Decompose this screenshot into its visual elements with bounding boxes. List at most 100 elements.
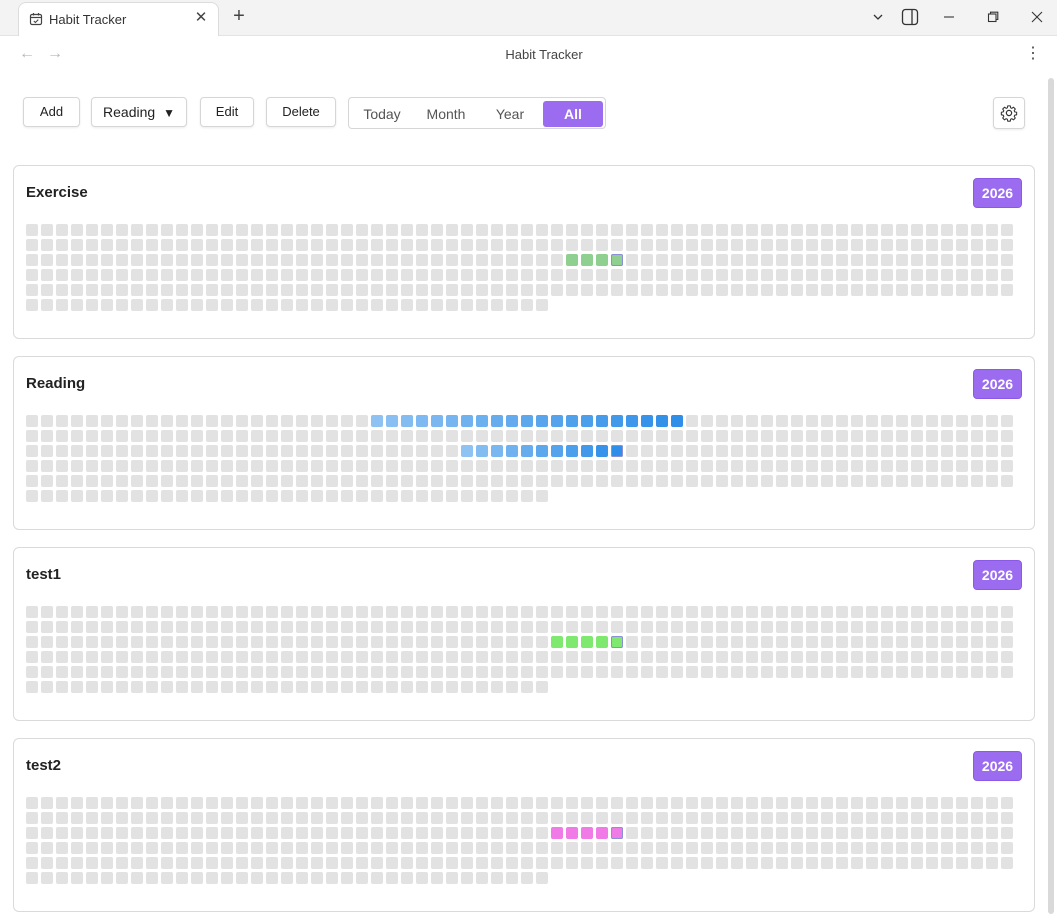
day-cell[interactable] xyxy=(521,224,533,236)
day-cell[interactable] xyxy=(311,812,323,824)
day-cell[interactable] xyxy=(236,475,248,487)
day-cell[interactable] xyxy=(716,797,728,809)
day-cell[interactable] xyxy=(311,872,323,884)
day-cell[interactable] xyxy=(641,415,653,427)
day-cell[interactable] xyxy=(371,857,383,869)
day-cell[interactable] xyxy=(686,269,698,281)
day-cell[interactable] xyxy=(596,224,608,236)
day-cell[interactable] xyxy=(566,430,578,442)
day-cell[interactable] xyxy=(221,460,233,472)
day-cell[interactable] xyxy=(611,430,623,442)
day-cell[interactable] xyxy=(851,606,863,618)
day-cell[interactable] xyxy=(356,269,368,281)
day-cell[interactable] xyxy=(56,872,68,884)
day-cell[interactable] xyxy=(971,651,983,663)
day-cell[interactable] xyxy=(776,621,788,633)
day-cell[interactable] xyxy=(641,254,653,266)
day-cell[interactable] xyxy=(26,299,38,311)
day-cell[interactable] xyxy=(971,666,983,678)
day-cell[interactable] xyxy=(881,812,893,824)
day-cell[interactable] xyxy=(986,827,998,839)
day-cell[interactable] xyxy=(461,254,473,266)
day-cell[interactable] xyxy=(656,269,668,281)
day-cell[interactable] xyxy=(581,284,593,296)
day-cell[interactable] xyxy=(911,430,923,442)
day-cell[interactable] xyxy=(836,797,848,809)
day-cell[interactable] xyxy=(716,812,728,824)
day-cell[interactable] xyxy=(821,269,833,281)
day-cell[interactable] xyxy=(251,460,263,472)
day-cell[interactable] xyxy=(131,636,143,648)
day-cell[interactable] xyxy=(746,475,758,487)
day-cell[interactable] xyxy=(356,842,368,854)
day-cell[interactable] xyxy=(386,490,398,502)
day-cell[interactable] xyxy=(506,415,518,427)
day-cell[interactable] xyxy=(896,254,908,266)
day-cell[interactable] xyxy=(446,224,458,236)
day-cell[interactable] xyxy=(821,430,833,442)
day-cell[interactable] xyxy=(161,490,173,502)
day-cell[interactable] xyxy=(851,827,863,839)
day-cell[interactable] xyxy=(266,239,278,251)
day-cell[interactable] xyxy=(626,857,638,869)
day-cell[interactable] xyxy=(251,797,263,809)
day-cell[interactable] xyxy=(416,797,428,809)
day-cell[interactable] xyxy=(461,842,473,854)
day-cell[interactable] xyxy=(851,666,863,678)
day-cell[interactable] xyxy=(956,621,968,633)
day-cell[interactable] xyxy=(281,827,293,839)
day-cell[interactable] xyxy=(41,636,53,648)
day-cell[interactable] xyxy=(386,857,398,869)
day-cell[interactable] xyxy=(206,827,218,839)
day-cell[interactable] xyxy=(476,254,488,266)
day-cell[interactable] xyxy=(491,812,503,824)
day-cell[interactable] xyxy=(296,299,308,311)
day-cell[interactable] xyxy=(386,651,398,663)
day-cell[interactable] xyxy=(281,239,293,251)
day-cell[interactable] xyxy=(176,460,188,472)
minimize-icon[interactable] xyxy=(937,6,961,28)
day-cell[interactable] xyxy=(566,415,578,427)
day-cell[interactable] xyxy=(581,827,593,839)
day-cell[interactable] xyxy=(251,636,263,648)
day-cell[interactable] xyxy=(461,636,473,648)
day-cell[interactable] xyxy=(341,224,353,236)
day-cell[interactable] xyxy=(671,636,683,648)
day-cell[interactable] xyxy=(41,827,53,839)
day-cell[interactable] xyxy=(176,430,188,442)
vertical-scrollbar[interactable] xyxy=(1048,78,1054,914)
day-cell[interactable] xyxy=(86,797,98,809)
day-cell[interactable] xyxy=(596,636,608,648)
day-cell[interactable] xyxy=(341,475,353,487)
day-cell[interactable] xyxy=(116,269,128,281)
day-cell[interactable] xyxy=(626,475,638,487)
year-badge[interactable]: 2026 xyxy=(973,751,1022,781)
day-cell[interactable] xyxy=(416,606,428,618)
day-cell[interactable] xyxy=(26,636,38,648)
day-cell[interactable] xyxy=(146,415,158,427)
day-cell[interactable] xyxy=(206,460,218,472)
day-cell[interactable] xyxy=(356,827,368,839)
day-cell[interactable] xyxy=(386,284,398,296)
day-cell[interactable] xyxy=(131,827,143,839)
day-cell[interactable] xyxy=(236,239,248,251)
day-cell[interactable] xyxy=(581,797,593,809)
day-cell[interactable] xyxy=(491,460,503,472)
day-cell[interactable] xyxy=(536,460,548,472)
day-cell[interactable] xyxy=(911,284,923,296)
day-cell[interactable] xyxy=(446,415,458,427)
day-cell[interactable] xyxy=(596,254,608,266)
day-cell[interactable] xyxy=(41,269,53,281)
day-cell[interactable] xyxy=(581,239,593,251)
day-cell[interactable] xyxy=(386,460,398,472)
day-cell[interactable] xyxy=(416,681,428,693)
day-cell[interactable] xyxy=(401,284,413,296)
day-cell[interactable] xyxy=(86,490,98,502)
day-cell[interactable] xyxy=(941,651,953,663)
day-cell[interactable] xyxy=(551,606,563,618)
day-cell[interactable] xyxy=(356,651,368,663)
day-cell[interactable] xyxy=(206,239,218,251)
day-cell[interactable] xyxy=(926,857,938,869)
day-cell[interactable] xyxy=(116,827,128,839)
day-cell[interactable] xyxy=(71,651,83,663)
